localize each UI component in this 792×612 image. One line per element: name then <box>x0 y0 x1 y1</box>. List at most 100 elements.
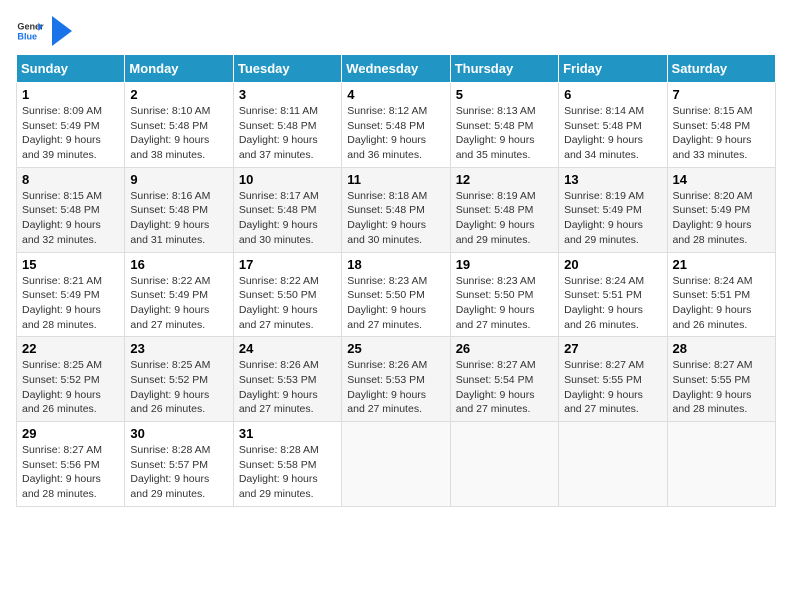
day-info: Sunrise: 8:22 AM Sunset: 5:49 PM Dayligh… <box>130 274 227 333</box>
calendar-cell: 22 Sunrise: 8:25 AM Sunset: 5:52 PM Dayl… <box>17 337 125 422</box>
day-info: Sunrise: 8:28 AM Sunset: 5:57 PM Dayligh… <box>130 443 227 502</box>
day-number: 27 <box>564 341 661 356</box>
day-info: Sunrise: 8:28 AM Sunset: 5:58 PM Dayligh… <box>239 443 336 502</box>
day-info: Sunrise: 8:19 AM Sunset: 5:48 PM Dayligh… <box>456 189 553 248</box>
day-info: Sunrise: 8:18 AM Sunset: 5:48 PM Dayligh… <box>347 189 444 248</box>
calendar-cell: 1 Sunrise: 8:09 AM Sunset: 5:49 PM Dayli… <box>17 83 125 168</box>
day-number: 1 <box>22 87 119 102</box>
day-info: Sunrise: 8:14 AM Sunset: 5:48 PM Dayligh… <box>564 104 661 163</box>
weekday-header: Sunday <box>17 55 125 83</box>
day-number: 13 <box>564 172 661 187</box>
day-number: 18 <box>347 257 444 272</box>
day-info: Sunrise: 8:23 AM Sunset: 5:50 PM Dayligh… <box>347 274 444 333</box>
logo-arrow-icon <box>52 16 72 46</box>
calendar-cell: 24 Sunrise: 8:26 AM Sunset: 5:53 PM Dayl… <box>233 337 341 422</box>
day-number: 22 <box>22 341 119 356</box>
day-info: Sunrise: 8:22 AM Sunset: 5:50 PM Dayligh… <box>239 274 336 333</box>
day-info: Sunrise: 8:27 AM Sunset: 5:56 PM Dayligh… <box>22 443 119 502</box>
calendar-cell <box>450 422 558 507</box>
day-number: 15 <box>22 257 119 272</box>
day-number: 29 <box>22 426 119 441</box>
calendar-cell: 2 Sunrise: 8:10 AM Sunset: 5:48 PM Dayli… <box>125 83 233 168</box>
day-info: Sunrise: 8:26 AM Sunset: 5:53 PM Dayligh… <box>239 358 336 417</box>
day-number: 4 <box>347 87 444 102</box>
calendar-cell <box>667 422 775 507</box>
calendar-cell: 16 Sunrise: 8:22 AM Sunset: 5:49 PM Dayl… <box>125 252 233 337</box>
day-number: 21 <box>673 257 770 272</box>
day-number: 28 <box>673 341 770 356</box>
day-info: Sunrise: 8:26 AM Sunset: 5:53 PM Dayligh… <box>347 358 444 417</box>
day-info: Sunrise: 8:16 AM Sunset: 5:48 PM Dayligh… <box>130 189 227 248</box>
calendar-table: SundayMondayTuesdayWednesdayThursdayFrid… <box>16 54 776 507</box>
calendar-week-row: 8 Sunrise: 8:15 AM Sunset: 5:48 PM Dayli… <box>17 167 776 252</box>
day-info: Sunrise: 8:24 AM Sunset: 5:51 PM Dayligh… <box>673 274 770 333</box>
calendar-cell: 13 Sunrise: 8:19 AM Sunset: 5:49 PM Dayl… <box>559 167 667 252</box>
day-number: 24 <box>239 341 336 356</box>
weekday-header: Wednesday <box>342 55 450 83</box>
calendar-cell: 5 Sunrise: 8:13 AM Sunset: 5:48 PM Dayli… <box>450 83 558 168</box>
day-number: 6 <box>564 87 661 102</box>
calendar-cell: 6 Sunrise: 8:14 AM Sunset: 5:48 PM Dayli… <box>559 83 667 168</box>
day-number: 11 <box>347 172 444 187</box>
weekday-header: Monday <box>125 55 233 83</box>
calendar-cell: 11 Sunrise: 8:18 AM Sunset: 5:48 PM Dayl… <box>342 167 450 252</box>
day-number: 25 <box>347 341 444 356</box>
day-info: Sunrise: 8:19 AM Sunset: 5:49 PM Dayligh… <box>564 189 661 248</box>
calendar-cell: 12 Sunrise: 8:19 AM Sunset: 5:48 PM Dayl… <box>450 167 558 252</box>
calendar-cell: 20 Sunrise: 8:24 AM Sunset: 5:51 PM Dayl… <box>559 252 667 337</box>
day-number: 19 <box>456 257 553 272</box>
day-number: 26 <box>456 341 553 356</box>
calendar-header-row: SundayMondayTuesdayWednesdayThursdayFrid… <box>17 55 776 83</box>
day-info: Sunrise: 8:15 AM Sunset: 5:48 PM Dayligh… <box>673 104 770 163</box>
day-info: Sunrise: 8:20 AM Sunset: 5:49 PM Dayligh… <box>673 189 770 248</box>
page-header: General Blue <box>16 16 776 46</box>
calendar-cell: 23 Sunrise: 8:25 AM Sunset: 5:52 PM Dayl… <box>125 337 233 422</box>
day-info: Sunrise: 8:12 AM Sunset: 5:48 PM Dayligh… <box>347 104 444 163</box>
weekday-header: Friday <box>559 55 667 83</box>
day-info: Sunrise: 8:17 AM Sunset: 5:48 PM Dayligh… <box>239 189 336 248</box>
day-info: Sunrise: 8:25 AM Sunset: 5:52 PM Dayligh… <box>22 358 119 417</box>
calendar-cell: 9 Sunrise: 8:16 AM Sunset: 5:48 PM Dayli… <box>125 167 233 252</box>
day-number: 2 <box>130 87 227 102</box>
day-info: Sunrise: 8:23 AM Sunset: 5:50 PM Dayligh… <box>456 274 553 333</box>
calendar-cell: 8 Sunrise: 8:15 AM Sunset: 5:48 PM Dayli… <box>17 167 125 252</box>
day-number: 9 <box>130 172 227 187</box>
day-info: Sunrise: 8:15 AM Sunset: 5:48 PM Dayligh… <box>22 189 119 248</box>
calendar-cell: 17 Sunrise: 8:22 AM Sunset: 5:50 PM Dayl… <box>233 252 341 337</box>
day-number: 5 <box>456 87 553 102</box>
day-number: 17 <box>239 257 336 272</box>
calendar-cell: 18 Sunrise: 8:23 AM Sunset: 5:50 PM Dayl… <box>342 252 450 337</box>
weekday-header: Thursday <box>450 55 558 83</box>
day-info: Sunrise: 8:27 AM Sunset: 5:55 PM Dayligh… <box>673 358 770 417</box>
day-number: 7 <box>673 87 770 102</box>
calendar-cell: 3 Sunrise: 8:11 AM Sunset: 5:48 PM Dayli… <box>233 83 341 168</box>
day-number: 14 <box>673 172 770 187</box>
calendar-cell: 31 Sunrise: 8:28 AM Sunset: 5:58 PM Dayl… <box>233 422 341 507</box>
logo: General Blue <box>16 16 72 46</box>
day-info: Sunrise: 8:27 AM Sunset: 5:55 PM Dayligh… <box>564 358 661 417</box>
day-number: 12 <box>456 172 553 187</box>
calendar-cell: 29 Sunrise: 8:27 AM Sunset: 5:56 PM Dayl… <box>17 422 125 507</box>
calendar-week-row: 15 Sunrise: 8:21 AM Sunset: 5:49 PM Dayl… <box>17 252 776 337</box>
calendar-cell: 27 Sunrise: 8:27 AM Sunset: 5:55 PM Dayl… <box>559 337 667 422</box>
svg-text:Blue: Blue <box>17 31 37 41</box>
day-number: 30 <box>130 426 227 441</box>
weekday-header: Saturday <box>667 55 775 83</box>
calendar-cell: 7 Sunrise: 8:15 AM Sunset: 5:48 PM Dayli… <box>667 83 775 168</box>
calendar-cell: 4 Sunrise: 8:12 AM Sunset: 5:48 PM Dayli… <box>342 83 450 168</box>
calendar-week-row: 22 Sunrise: 8:25 AM Sunset: 5:52 PM Dayl… <box>17 337 776 422</box>
day-number: 10 <box>239 172 336 187</box>
day-info: Sunrise: 8:25 AM Sunset: 5:52 PM Dayligh… <box>130 358 227 417</box>
calendar-cell: 15 Sunrise: 8:21 AM Sunset: 5:49 PM Dayl… <box>17 252 125 337</box>
calendar-cell: 30 Sunrise: 8:28 AM Sunset: 5:57 PM Dayl… <box>125 422 233 507</box>
calendar-cell: 26 Sunrise: 8:27 AM Sunset: 5:54 PM Dayl… <box>450 337 558 422</box>
calendar-cell: 25 Sunrise: 8:26 AM Sunset: 5:53 PM Dayl… <box>342 337 450 422</box>
day-number: 23 <box>130 341 227 356</box>
day-info: Sunrise: 8:11 AM Sunset: 5:48 PM Dayligh… <box>239 104 336 163</box>
calendar-cell <box>342 422 450 507</box>
day-info: Sunrise: 8:10 AM Sunset: 5:48 PM Dayligh… <box>130 104 227 163</box>
calendar-cell: 28 Sunrise: 8:27 AM Sunset: 5:55 PM Dayl… <box>667 337 775 422</box>
day-number: 8 <box>22 172 119 187</box>
calendar-cell <box>559 422 667 507</box>
calendar-cell: 21 Sunrise: 8:24 AM Sunset: 5:51 PM Dayl… <box>667 252 775 337</box>
